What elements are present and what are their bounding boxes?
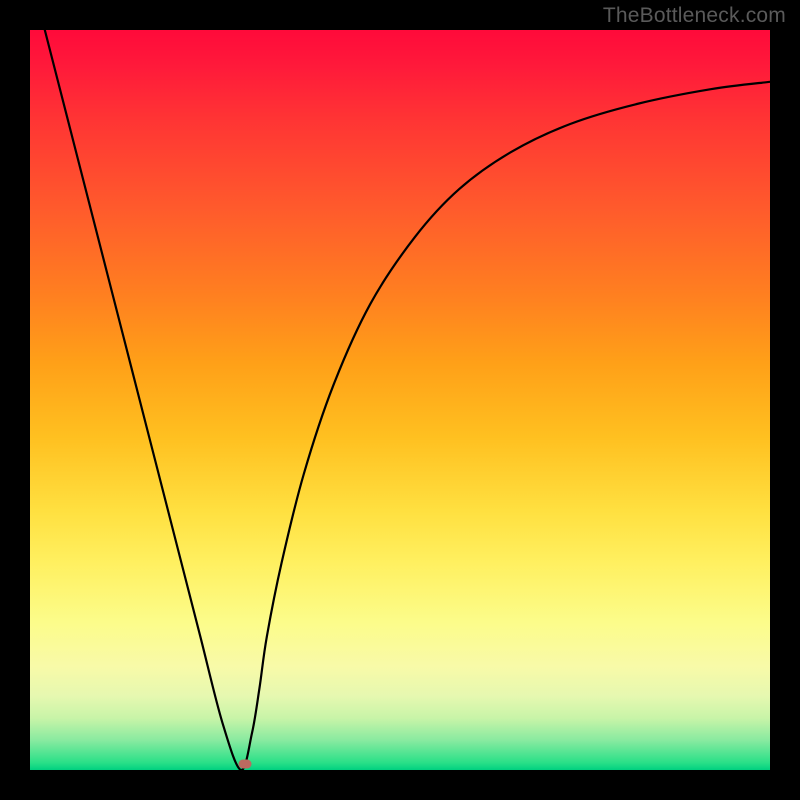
watermark-text: TheBottleneck.com <box>603 4 786 28</box>
curve-path <box>45 30 770 770</box>
minimum-marker <box>238 760 251 769</box>
bottleneck-curve <box>30 30 770 770</box>
chart-frame: TheBottleneck.com <box>0 0 800 800</box>
plot-area <box>30 30 770 770</box>
